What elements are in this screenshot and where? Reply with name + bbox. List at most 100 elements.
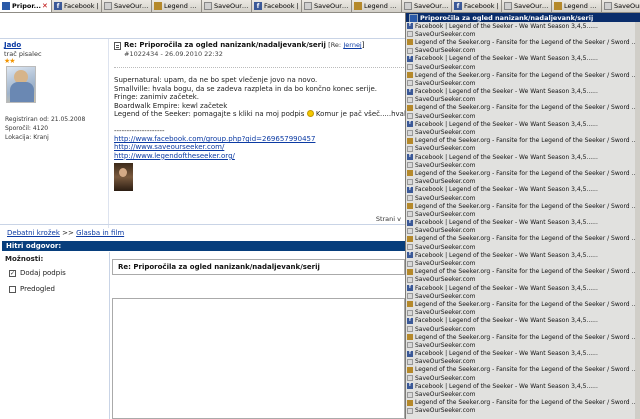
breadcrumb-debatni-krozek[interactable]: Debatni krožek	[7, 229, 60, 237]
panel-tab-item[interactable]: f Facebook | Legend of the Seeker - We Wa…	[406, 284, 640, 292]
panel-tab-item[interactable]: Legend of the Seeker.org - Fansite for t…	[406, 71, 640, 79]
browser-tab[interactable]: Legend of t...	[152, 0, 202, 12]
panel-tab-item[interactable]: Legend of the Seeker.org - Fansite for t…	[406, 300, 640, 308]
panel-tab-title: SaveOurSeeker.com	[415, 47, 476, 55]
pager-label[interactable]: Strani v	[376, 215, 401, 223]
post-reply-to-link[interactable]: Jernej	[343, 41, 361, 49]
panel-tab-item[interactable]: SaveOurSeeker.com	[406, 210, 640, 218]
panel-tab-item[interactable]: Legend of the Seeker.org - Fansite for t…	[406, 333, 640, 341]
panel-tab-item[interactable]: SaveOurSeeker.com	[406, 358, 640, 366]
panel-tab-item[interactable]: f Facebook | Legend of the Seeker - We Wa…	[406, 153, 640, 161]
signature-image[interactable]	[114, 163, 133, 192]
preview-option[interactable]: Predogled	[5, 285, 106, 293]
panel-tab-item[interactable]: f Facebook | Legend of the Seeker - We Wa…	[406, 120, 640, 128]
add-signature-option[interactable]: ✓ Dodaj podpis	[5, 269, 106, 277]
browser-tab[interactable]: f Facebook |	[252, 0, 302, 12]
saveourseeker-favicon-icon	[407, 47, 413, 54]
document-icon	[114, 42, 121, 50]
browser-tab[interactable]: SaveOurSe...	[402, 0, 452, 12]
panel-tab-item[interactable]: f Facebook | Legend of the Seeker - We Wa…	[406, 317, 640, 325]
post-text-line: Supernatural: upam, da ne bo spet vlečen…	[114, 76, 318, 84]
panel-active-item[interactable]: Priporočila za ogled nanizank/nadaljevan…	[406, 13, 640, 22]
panel-scrollbar[interactable]	[635, 22, 640, 419]
panel-tab-item[interactable]: SaveOurSeeker.com	[406, 341, 640, 349]
panel-tab-item[interactable]: SaveOurSeeker.com	[406, 259, 640, 267]
panel-tab-item[interactable]: SaveOurSeeker.com	[406, 243, 640, 251]
panel-tab-item[interactable]: f Facebook | Legend of the Seeker - We Wa…	[406, 186, 640, 194]
panel-tab-item[interactable]: SaveOurSeeker.com	[406, 30, 640, 38]
options-title: Možnosti:	[5, 255, 44, 263]
browser-tab-bar: Pripor...✕fFacebook |SaveOurSe...Legend …	[0, 0, 640, 13]
panel-tab-item[interactable]: f Facebook | Legend of the Seeker - We Wa…	[406, 350, 640, 358]
browser-tab[interactable]: Pripor... ✕	[0, 0, 52, 12]
reply-message-textarea[interactable]	[112, 298, 405, 419]
signature-link[interactable]: http://www.saveourseeker.com/	[114, 143, 401, 151]
panel-tab-item[interactable]: SaveOurSeeker.com	[406, 161, 640, 169]
panel-tab-item[interactable]: SaveOurSeeker.com	[406, 276, 640, 284]
panel-tab-item[interactable]: f Facebook | Legend of the Seeker - We Wa…	[406, 219, 640, 227]
signature-separator: --------------------	[114, 126, 165, 135]
panel-tab-item[interactable]: Legend of the Seeker.org - Fansite for t…	[406, 202, 640, 210]
panel-tab-title: Facebook | Legend of the Seeker - We Wan…	[415, 153, 598, 161]
panel-tab-item[interactable]: Legend of the Seeker.org - Fansite for t…	[406, 104, 640, 112]
close-tab-icon[interactable]: ✕	[42, 2, 48, 10]
panel-tab-item[interactable]: Legend of the Seeker.org - Fansite for t…	[406, 137, 640, 145]
panel-tab-item[interactable]: f Facebook | Legend of the Seeker - We Wa…	[406, 55, 640, 63]
signature-link[interactable]: http://www.legendoftheseeker.org/	[114, 152, 401, 160]
post-title: Re: Priporočila za ogled nanizank/nadalj…	[124, 41, 326, 49]
panel-tab-item[interactable]: SaveOurSeeker.com	[406, 63, 640, 71]
panel-tab-item[interactable]: f Facebook | Legend of the Seeker - We Wa…	[406, 88, 640, 96]
panel-tab-item[interactable]: Legend of the Seeker.org - Fansite for t…	[406, 399, 640, 407]
panel-tab-item[interactable]: Legend of the Seeker.org - Fansite for t…	[406, 366, 640, 374]
browser-tab[interactable]: SaveOurSe...	[102, 0, 152, 12]
panel-tab-item[interactable]: SaveOurSeeker.com	[406, 145, 640, 153]
panel-tab-item[interactable]: SaveOurSeeker.com	[406, 47, 640, 55]
panel-tab-item[interactable]: SaveOurSeeker.com	[406, 178, 640, 186]
panel-tab-item[interactable]: SaveOurSeeker.com	[406, 292, 640, 300]
panel-tab-item[interactable]: SaveOurSeeker.com	[406, 128, 640, 136]
saveourseeker-favicon-icon	[407, 211, 413, 218]
browser-tab[interactable]: Legend of t...	[552, 0, 602, 12]
preview-checkbox[interactable]	[9, 285, 16, 293]
breadcrumb-glasba-in-film[interactable]: Glasba in film	[76, 229, 124, 237]
browser-tab[interactable]: f Facebook |	[452, 0, 502, 12]
panel-tab-item[interactable]: f Facebook | Legend of the Seeker - We Wa…	[406, 382, 640, 390]
signature-links: http://www.facebook.com/group.php?gid=26…	[114, 135, 401, 160]
add-signature-checkbox[interactable]: ✓	[9, 269, 16, 277]
panel-tab-item[interactable]: SaveOurSeeker.com	[406, 325, 640, 333]
panel-tab-item[interactable]: SaveOurSeeker.com	[406, 374, 640, 382]
panel-tab-item[interactable]: Legend of the Seeker.org - Fansite for t…	[406, 38, 640, 46]
panel-tab-title: Legend of the Seeker.org - Fansite for t…	[415, 235, 640, 243]
preview-label: Predogled	[20, 285, 55, 293]
browser-tab[interactable]: f Facebook |	[52, 0, 102, 12]
panel-tab-item[interactable]: SaveOurSeeker.com	[406, 227, 640, 235]
panel-tab-item[interactable]: SaveOurSeeker.com	[406, 407, 640, 415]
saveourseeker-favicon-icon	[504, 2, 512, 10]
panel-tab-title: Facebook | Legend of the Seeker - We Wan…	[415, 186, 598, 194]
panel-tab-item[interactable]: SaveOurSeeker.com	[406, 112, 640, 120]
panel-tab-title: Facebook | Legend of the Seeker - We Wan…	[415, 317, 598, 325]
browser-tab-label: Legend of t...	[564, 2, 599, 10]
browser-tab[interactable]: Legend of t...	[352, 0, 402, 12]
panel-tab-item[interactable]: Legend of the Seeker.org - Fansite for t…	[406, 169, 640, 177]
panel-tab-item[interactable]: SaveOurSeeker.com	[406, 194, 640, 202]
saveourseeker-favicon-icon	[407, 178, 413, 185]
facebook-favicon-icon: f	[407, 252, 413, 259]
post-text-line: Smallville: hvala bogu, da se zadeva raz…	[114, 84, 377, 93]
signature-link[interactable]: http://www.facebook.com/group.php?gid=26…	[114, 135, 401, 143]
panel-tab-item[interactable]: SaveOurSeeker.com	[406, 96, 640, 104]
panel-tab-item[interactable]: Legend of the Seeker.org - Fansite for t…	[406, 268, 640, 276]
reply-subject-field[interactable]: Re: Priporočila za ogled nanizank/nadalj…	[112, 259, 405, 275]
panel-tab-item[interactable]: Legend of the Seeker.org - Fansite for t…	[406, 235, 640, 243]
browser-tab[interactable]: SaveOurSe...	[302, 0, 352, 12]
panel-tab-item[interactable]: f Facebook | Legend of the Seeker - We Wa…	[406, 251, 640, 259]
panel-tab-item[interactable]: SaveOurSeeker.com	[406, 309, 640, 317]
panel-tab-item[interactable]: f Facebook | Legend of the Seeker - We Wa…	[406, 22, 640, 30]
browser-tab[interactable]: SaveOurSe...	[602, 0, 640, 12]
panel-tab-item[interactable]: SaveOurSeeker.com	[406, 79, 640, 87]
author-name-link[interactable]: Jado	[4, 41, 104, 49]
panel-tab-item[interactable]: SaveOurSeeker.com	[406, 390, 640, 398]
legend-site-favicon-icon	[407, 399, 413, 406]
browser-tab[interactable]: SaveOurSe...	[502, 0, 552, 12]
browser-tab[interactable]: SaveOurSe...	[202, 0, 252, 12]
